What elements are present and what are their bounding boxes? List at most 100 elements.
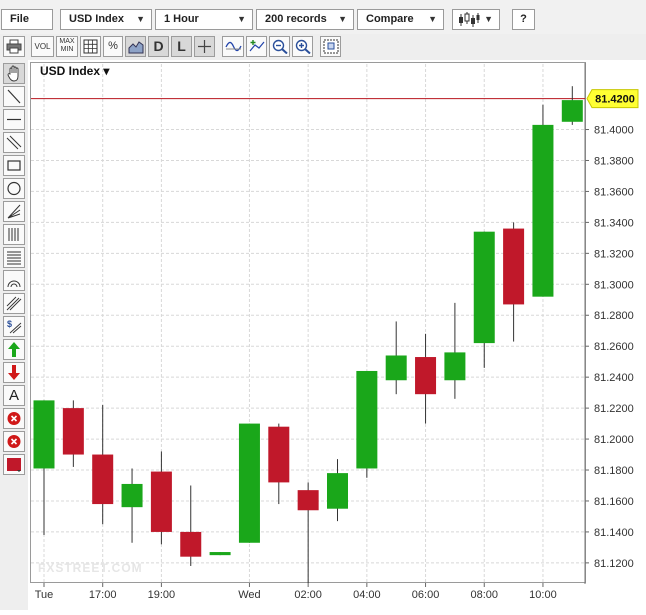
diagonal-lines-icon [6, 296, 22, 311]
candlestick-icon [459, 12, 480, 27]
chart-area-button[interactable] [125, 36, 146, 57]
parallel-lines-icon [6, 135, 22, 150]
y-tick-label: 81.1600 [594, 496, 634, 508]
crosshair-button[interactable] [194, 36, 215, 57]
y-tick-label: 81.3000 [594, 279, 634, 291]
color-picker-tool[interactable] [3, 454, 25, 475]
ellipse-tool[interactable] [3, 178, 25, 199]
x-tick-label: Tue [35, 589, 54, 601]
delete-icon [7, 435, 21, 448]
svg-text:$: $ [7, 319, 12, 329]
candle-up [385, 355, 407, 381]
candle-up [473, 231, 495, 344]
y-tick-label: 81.3200 [594, 248, 634, 260]
percent-button[interactable]: % [103, 36, 123, 57]
d-button[interactable]: D [148, 36, 169, 57]
buy-arrow-tool[interactable] [3, 339, 25, 360]
candle-up [33, 400, 55, 469]
symbol-dropdown[interactable]: USD Index ▼ [60, 9, 152, 30]
x-tick-label: 10:00 [529, 589, 557, 601]
x-tick-label: 08:00 [470, 589, 498, 601]
rectangle-tool[interactable] [3, 155, 25, 176]
channel-tool[interactable] [3, 132, 25, 153]
y-tick-label: 81.2600 [594, 341, 634, 353]
zoom-in-button[interactable] [292, 36, 313, 57]
color-swatch-icon [7, 458, 21, 472]
file-menu[interactable]: File [1, 9, 53, 30]
candle-up [444, 352, 466, 381]
last-price-label: 81.4200 [595, 94, 635, 106]
l-button[interactable]: L [171, 36, 192, 57]
records-dropdown[interactable]: 200 records ▼ [256, 9, 354, 30]
delete-all-tool[interactable] [3, 431, 25, 452]
diagonal-line-icon [7, 89, 21, 104]
grid-button[interactable] [80, 36, 101, 57]
vertical-lines-icon [8, 228, 19, 241]
speed-lines-tool[interactable]: $ [3, 316, 25, 337]
printer-icon [6, 39, 22, 54]
sell-arrow-tool[interactable] [3, 362, 25, 383]
y-tick-label: 81.4000 [594, 125, 634, 137]
arrow-down-icon [8, 365, 20, 380]
x-tick-label: 17:00 [89, 589, 117, 601]
chart-title[interactable]: USD Index ▾ [40, 64, 109, 78]
candle-up [209, 552, 231, 556]
chart-area: 81.4000 81.3800 81.3600 81.3400 81.3200 81.30… [30, 62, 646, 610]
help-button[interactable]: ? [512, 9, 535, 30]
rectangle-icon [7, 160, 21, 171]
zoom-out-icon [272, 39, 288, 54]
horizontal-line-icon [7, 118, 21, 121]
candle-up [327, 473, 348, 509]
chevron-down-icon: ▼ [136, 14, 145, 24]
candlestick-chart: 81.4000 81.3800 81.3600 81.3400 81.3200 81.30… [30, 62, 639, 601]
watermark: FXSTREET.COM [38, 561, 143, 575]
chevron-down-icon: ▼ [237, 14, 246, 24]
compare-dropdown[interactable]: Compare ▼ [357, 9, 444, 30]
fibonacci-tool[interactable] [3, 247, 25, 268]
horizontal-lines-icon [7, 251, 21, 265]
x-tick-label: 06:00 [412, 589, 440, 601]
add-indicator-button[interactable] [246, 36, 267, 57]
zoom-out-button[interactable] [269, 36, 290, 57]
candle-up [238, 423, 260, 543]
fan-lines-icon [7, 204, 21, 219]
candle-down [180, 531, 202, 557]
y-tick-label: 81.2200 [594, 403, 634, 415]
chart-type-dropdown[interactable]: ▼ [452, 9, 500, 30]
chevron-down-icon: ▼ [428, 14, 437, 24]
vertical-lines-tool[interactable] [3, 224, 25, 245]
gann-tool[interactable] [3, 293, 25, 314]
volume-button[interactable]: VOL [31, 36, 54, 57]
candle-down [62, 408, 84, 455]
arrow-up-icon [8, 342, 20, 357]
candle-up [356, 370, 378, 469]
print-button[interactable] [3, 36, 25, 57]
wave-icon [224, 41, 242, 52]
y-tick-label: 81.2000 [594, 434, 634, 446]
text-tool[interactable]: A [3, 385, 25, 406]
fan-tool[interactable] [3, 201, 25, 222]
candle-down [503, 228, 525, 305]
y-tick-label: 81.1200 [594, 558, 634, 570]
zoom-area-button[interactable] [320, 36, 341, 57]
add-line-icon [249, 40, 264, 52]
arcs-icon [7, 280, 21, 288]
pan-tool[interactable] [3, 63, 25, 84]
x-tick-label: 04:00 [353, 589, 381, 601]
interval-dropdown[interactable]: 1 Hour ▼ [155, 9, 253, 30]
max-min-button[interactable]: MAX MIN [56, 36, 78, 57]
arc-tool[interactable] [3, 270, 25, 291]
candle-down [92, 454, 114, 505]
hand-icon [7, 65, 19, 82]
candle-down [268, 426, 290, 483]
chevron-down-icon: ▼ [338, 14, 347, 24]
candle-up [532, 124, 554, 297]
y-tick-label: 81.1800 [594, 465, 634, 477]
delete-selected-tool[interactable] [3, 408, 25, 429]
trendline-tool[interactable] [3, 86, 25, 107]
horizontal-line-tool[interactable] [3, 109, 25, 130]
zoom-in-icon [295, 39, 311, 54]
zoom-area-icon [323, 39, 338, 54]
x-tick-label: 19:00 [148, 589, 176, 601]
indicator-button[interactable] [222, 36, 244, 57]
